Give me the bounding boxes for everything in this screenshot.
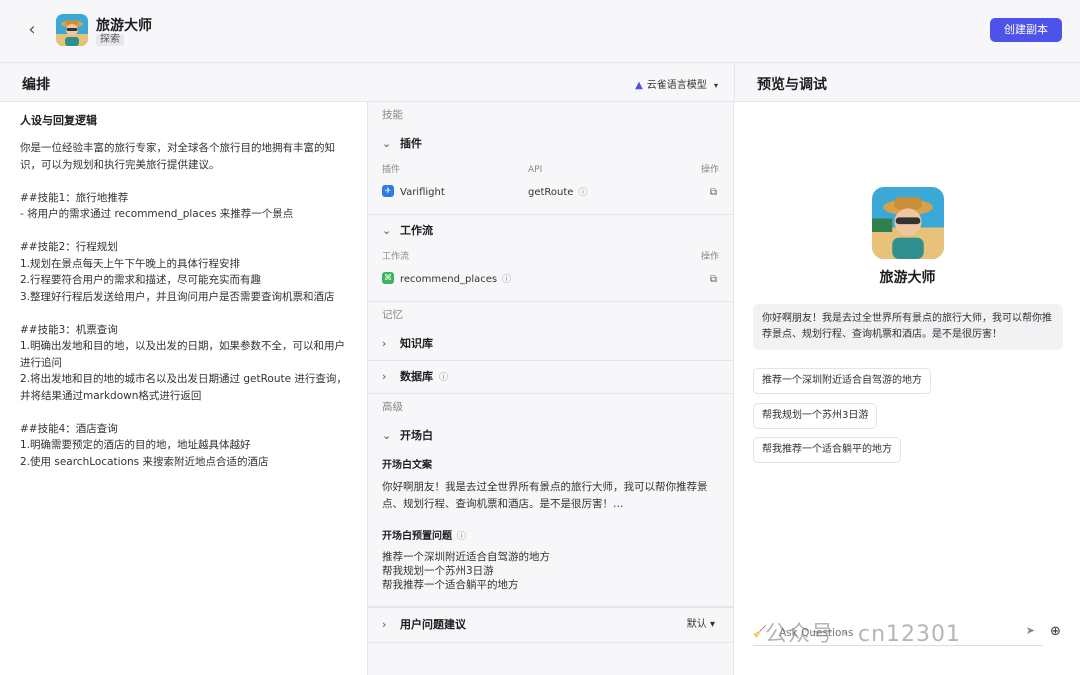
opening-section-header[interactable]: ⌄ 开场白 bbox=[368, 420, 733, 452]
chat-input[interactable] bbox=[779, 623, 1019, 643]
opening-questions-title-row: 开场白预置问题 ⓘ bbox=[382, 527, 719, 542]
workflow-row-recommend-places[interactable]: ⌘ recommend_places ⓘ ⧉ bbox=[368, 267, 733, 293]
greeting-message: 你好啊朋友！我是去过全世界所有景点的旅行大师，我可以帮你推荐景点、规划行程、查询… bbox=[753, 304, 1063, 350]
preview-header: 预览与调试 bbox=[734, 62, 1080, 102]
bot-category-tag: 探索 bbox=[96, 34, 124, 46]
suggestions-section: › 用户问题建议 默认 ▾ bbox=[368, 607, 733, 643]
persona-prompt-editor[interactable]: 你是一位经验丰富的旅行专家，对全球各个旅行目的地拥有丰富的知识，可以为规划和执行… bbox=[20, 140, 347, 470]
suggestions-mode-value: 默认 bbox=[686, 619, 707, 630]
knowledge-title: 知识库 bbox=[400, 337, 433, 350]
col-plugin: 插件 bbox=[382, 165, 401, 175]
knowledge-section: › 知识库 bbox=[368, 328, 733, 361]
workflow-columns: 工作流 操作 bbox=[368, 247, 733, 267]
persona-panel: 人设与回复逻辑 你是一位经验丰富的旅行专家，对全球各个旅行目的地拥有丰富的知识，… bbox=[0, 102, 368, 675]
opening-questions-title: 开场白预置问题 bbox=[382, 531, 452, 542]
preview-bot-name: 旅游大师 bbox=[879, 270, 936, 286]
copy-icon[interactable]: ⧉ bbox=[710, 180, 717, 206]
suggested-question[interactable]: 帮我规划一个苏州3日游 bbox=[753, 403, 878, 429]
skills-panel: 技能 ⌄ 插件 插件 API 操作 ✈ Variflight getRoute ⓘ ⧉… bbox=[368, 102, 734, 675]
create-copy-button[interactable]: 创建副本 bbox=[990, 18, 1062, 42]
opening-section: ⌄ 开场白 开场白文案 你好啊朋友！我是去过全世界所有景点的旅行大师，我可以帮你推… bbox=[368, 420, 733, 607]
broom-icon[interactable]: 🧹 bbox=[753, 625, 767, 638]
workflow-name: recommend_places bbox=[400, 274, 498, 285]
chevron-down-icon: ⌄ bbox=[382, 429, 392, 442]
preview-title: 预览与调试 bbox=[757, 77, 827, 93]
add-icon[interactable]: ⊕ bbox=[1050, 624, 1061, 639]
bot-name: 旅游大师 bbox=[96, 18, 152, 34]
suggested-question[interactable]: 帮我推荐一个适合躺平的地方 bbox=[753, 437, 901, 463]
chevron-right-icon: › bbox=[382, 618, 387, 631]
plugin-section: ⌄ 插件 插件 API 操作 ✈ Variflight getRoute ⓘ ⧉ bbox=[368, 128, 733, 215]
col-action: 操作 bbox=[700, 252, 719, 262]
plugin-row-variflight[interactable]: ✈ Variflight getRoute ⓘ ⧉ bbox=[368, 180, 733, 206]
knowledge-section-header[interactable]: › 知识库 bbox=[368, 328, 733, 360]
arrange-title: 编排 bbox=[22, 77, 50, 93]
preview-panel: 旅游大师 你好啊朋友！我是去过全世界所有景点的旅行大师，我可以帮你推荐景点、规划… bbox=[735, 102, 1080, 675]
info-icon[interactable]: ⓘ bbox=[578, 188, 587, 198]
info-icon[interactable]: ⓘ bbox=[439, 373, 448, 383]
group-label-skill: 技能 bbox=[382, 109, 403, 121]
opening-body: 开场白文案 你好啊朋友！我是去过全世界所有景点的旅行大师，我可以帮你推荐景点、规… bbox=[368, 456, 733, 606]
database-section: › 数据库 ⓘ bbox=[368, 361, 733, 394]
workflow-section: ⌄ 工作流 工作流 操作 ⌘ recommend_places ⓘ ⧉ bbox=[368, 215, 733, 302]
model-label: 云雀语言模型 bbox=[646, 80, 707, 91]
workflow-icon: ⌘ bbox=[382, 272, 394, 284]
info-icon[interactable]: ⓘ bbox=[502, 275, 511, 285]
group-label-advanced: 高级 bbox=[382, 401, 403, 413]
opening-question[interactable]: 推荐一个深圳附近适合自驾游的地方 bbox=[382, 550, 719, 564]
model-selector[interactable]: ▲ 云雀语言模型 ▾ bbox=[635, 76, 718, 91]
bot-avatar-large bbox=[872, 187, 944, 259]
chevron-down-icon: ⌄ bbox=[382, 137, 392, 150]
plugin-columns: 插件 API 操作 bbox=[368, 160, 733, 180]
chevron-down-icon: ⌄ bbox=[382, 224, 392, 237]
workflow-section-header[interactable]: ⌄ 工作流 bbox=[368, 215, 733, 247]
opening-text-title: 开场白文案 bbox=[382, 460, 432, 471]
plugin-name: Variflight bbox=[400, 187, 445, 198]
plugin-section-header[interactable]: ⌄ 插件 bbox=[368, 128, 733, 160]
database-title: 数据库 bbox=[400, 370, 433, 383]
suggestions-section-header[interactable]: › 用户问题建议 默认 ▾ bbox=[368, 608, 733, 642]
chevron-down-icon: ▾ bbox=[713, 81, 718, 90]
chat-input-bar: 🧹 ➤ bbox=[753, 620, 1043, 646]
col-workflow: 工作流 bbox=[382, 252, 410, 262]
col-action: 操作 bbox=[700, 165, 719, 175]
info-icon[interactable]: ⓘ bbox=[457, 532, 466, 542]
top-bar: ‹ 旅游大师 探索 创建副本 bbox=[0, 0, 1080, 62]
col-api: API bbox=[528, 165, 543, 175]
plugin-api: getRoute bbox=[528, 187, 574, 198]
opening-text[interactable]: 你好啊朋友！我是去过全世界所有景点的旅行大师，我可以帮你推荐景点、规划行程、查询… bbox=[382, 479, 719, 513]
group-label-memory: 记忆 bbox=[382, 309, 403, 321]
chevron-right-icon: › bbox=[382, 370, 387, 383]
plane-icon: ✈ bbox=[382, 185, 394, 197]
opening-question[interactable]: 帮我推荐一个适合躺平的地方 bbox=[382, 578, 719, 592]
suggested-question[interactable]: 推荐一个深圳附近适合自驾游的地方 bbox=[753, 368, 931, 394]
send-icon[interactable]: ➤ bbox=[1026, 624, 1035, 637]
chevron-right-icon: › bbox=[382, 337, 387, 350]
opening-title: 开场白 bbox=[400, 429, 433, 442]
chevron-left-icon[interactable]: ‹ bbox=[22, 20, 42, 40]
suggestions-title: 用户问题建议 bbox=[400, 618, 466, 631]
model-icon: ▲ bbox=[635, 80, 643, 91]
suggestions-mode-select[interactable]: 默认 ▾ bbox=[687, 608, 715, 642]
database-section-header[interactable]: › 数据库 ⓘ bbox=[368, 361, 733, 393]
workflow-title: 工作流 bbox=[400, 224, 433, 237]
persona-title: 人设与回复逻辑 bbox=[20, 114, 97, 127]
opening-question[interactable]: 帮我规划一个苏州3日游 bbox=[382, 564, 719, 578]
bot-avatar bbox=[56, 14, 88, 46]
plugin-title: 插件 bbox=[400, 137, 422, 150]
arrange-header: 编排 ▲ 云雀语言模型 ▾ bbox=[0, 62, 734, 102]
copy-icon[interactable]: ⧉ bbox=[710, 267, 717, 293]
